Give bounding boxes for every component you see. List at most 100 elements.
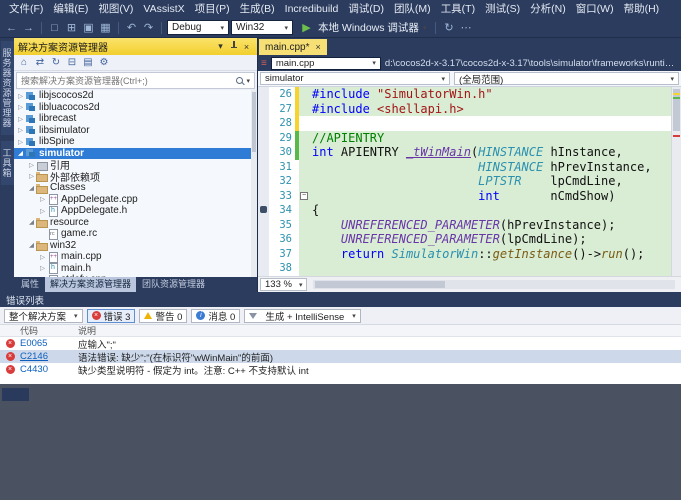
error-code-link[interactable]: C2146	[20, 351, 48, 362]
sync-with-active-document-icon[interactable]: ⇄	[33, 57, 47, 68]
expander-icon[interactable]: ▷	[16, 92, 25, 100]
more-commands-icon[interactable]: ⋯	[458, 21, 473, 34]
bottom-tab-2[interactable]: 团队资源管理器	[137, 276, 210, 292]
save-icon[interactable]: ▣	[81, 21, 96, 34]
error-source-combo[interactable]: 生成 + IntelliSense ▾	[244, 308, 361, 323]
zoom-combo[interactable]: 133 % ▾	[260, 278, 308, 291]
search-input[interactable]	[21, 75, 234, 86]
tree-item-libSpine[interactable]: ▷ libSpine	[14, 136, 257, 148]
error-code-cell[interactable]: E0065	[20, 338, 78, 349]
menu-item-2[interactable]: 视图(V)	[93, 0, 138, 18]
error-scope-combo[interactable]: 整个解决方案 ▾	[4, 308, 83, 323]
document-tab-main-cpp[interactable]: main.cpp* ×	[259, 39, 327, 55]
breakpoint-margin[interactable]	[258, 174, 269, 189]
error-code-link[interactable]: E0065	[20, 338, 47, 349]
tree-item-win32[interactable]: ◢ win32	[14, 240, 257, 251]
home-icon[interactable]: ⌂	[17, 57, 31, 68]
tree-item-libluacocos2d[interactable]: ▷ libluacocos2d	[14, 102, 257, 114]
solution-explorer-header[interactable]: 解决方案资源管理器 ▾ ×	[14, 38, 257, 55]
tree-scrollbar[interactable]	[251, 90, 257, 277]
code-line-37[interactable]: 37 return SimulatorWin::getInstance()->r…	[258, 246, 671, 261]
start-debugging-button[interactable]: ▶ 本地 Windows 调试器 ▾	[295, 20, 430, 35]
code-line-27[interactable]: 27 #include <shellapi.h>	[258, 101, 671, 116]
tree-item-main.h[interactable]: ▷ main.h	[14, 263, 257, 274]
chevron-down-icon[interactable]: ▾	[214, 41, 227, 52]
breakpoint-margin[interactable]	[258, 203, 269, 218]
menu-item-9[interactable]: 工具(T)	[436, 0, 480, 18]
error-row-E0065[interactable]: × E0065 应输入";"	[0, 337, 681, 351]
expander-icon[interactable]: ◢	[27, 184, 36, 192]
error-row-C4430[interactable]: × C4430 缺少类型说明符 - 假定为 int。注意: C++ 不支持默认 in…	[0, 363, 681, 377]
refresh-icon[interactable]: ↻	[441, 21, 456, 34]
code-line-38[interactable]: 38	[258, 261, 671, 276]
expander-icon[interactable]: ▷	[38, 195, 47, 203]
collapse-all-icon[interactable]: ⊟	[65, 57, 79, 68]
expander-icon[interactable]: ▷	[16, 115, 25, 123]
breakpoint-margin[interactable]	[258, 130, 269, 145]
new-file-icon[interactable]: □	[47, 22, 62, 34]
messages-filter-button[interactable]: i 消息 0	[191, 308, 241, 323]
warnings-filter-button[interactable]: 警告 0	[139, 308, 188, 323]
breakpoint-margin[interactable]	[258, 145, 269, 160]
tree-item-libsimulator[interactable]: ▷ libsimulator	[14, 125, 257, 137]
menu-item-11[interactable]: 分析(N)	[525, 0, 571, 18]
navigate-back-icon[interactable]: ←	[4, 22, 19, 34]
tool-window-tab-0[interactable]: 服务器资源管理器	[0, 41, 14, 135]
save-all-icon[interactable]: ▦	[98, 21, 113, 34]
errors-filter-button[interactable]: × 错误 3	[86, 308, 136, 323]
collapse-region-icon[interactable]: −	[300, 191, 308, 200]
tree-item-外部依赖项[interactable]: ▷ 外部依赖项	[14, 171, 257, 182]
menu-item-0[interactable]: 文件(F)	[4, 0, 48, 18]
show-all-files-icon[interactable]: ▤	[81, 57, 95, 68]
breakpoint-margin[interactable]	[258, 261, 269, 276]
expander-icon[interactable]: ◢	[27, 218, 36, 226]
bottom-tab-1[interactable]: 解决方案资源管理器	[45, 276, 137, 292]
code-editor[interactable]: 26 #include "SimulatorWin.h" 27 #include <s…	[258, 87, 681, 276]
breakpoint-margin[interactable]	[258, 159, 269, 174]
undo-icon[interactable]: ↶	[124, 21, 139, 34]
tree-item-引用[interactable]: ▷ 引用	[14, 159, 257, 171]
scrollbar-thumb[interactable]	[673, 89, 680, 131]
tree-item-game.rc[interactable]: game.rc	[14, 228, 257, 240]
tree-item-resource[interactable]: ◢ resource	[14, 217, 257, 228]
breakpoint-margin[interactable]	[258, 87, 269, 102]
breakpoint-margin[interactable]	[258, 232, 269, 247]
breakpoint-margin[interactable]	[258, 246, 269, 261]
error-row-C2146[interactable]: × C2146 语法错误: 缺少";"(在标识符"wWinMain"的前面)	[0, 350, 681, 364]
expander-icon[interactable]: ◢	[27, 241, 36, 249]
scrollbar-thumb[interactable]	[315, 281, 446, 288]
expander-icon[interactable]: ▷	[38, 276, 47, 278]
tree-item-libjscocos2d[interactable]: ▷ libjscocos2d	[14, 90, 257, 102]
error-code-link[interactable]: C4430	[20, 364, 48, 375]
chevron-down-icon[interactable]: ▾	[246, 77, 250, 85]
menu-item-6[interactable]: Incredibuild	[280, 0, 344, 18]
redo-icon[interactable]: ↷	[141, 21, 156, 34]
code-line-31[interactable]: 31 HINSTANCE hPrevInstance,	[258, 159, 671, 174]
tool-window-tab-1[interactable]: 工具箱	[0, 141, 14, 185]
tree-item-AppDelegate.h[interactable]: ▷ AppDelegate.h	[14, 205, 257, 217]
tree-item-librecast[interactable]: ▷ librecast	[14, 113, 257, 125]
menu-item-1[interactable]: 编辑(E)	[48, 0, 93, 18]
editor-horizontal-scrollbar[interactable]	[313, 280, 675, 289]
tree-item-simulator[interactable]: ◢ simulator	[14, 147, 257, 159]
close-icon[interactable]: ×	[240, 42, 253, 52]
breakpoint-margin[interactable]	[258, 217, 269, 232]
code-line-26[interactable]: 26 #include "SimulatorWin.h"	[258, 87, 671, 102]
breakpoint-margin[interactable]	[258, 116, 269, 131]
code-line-35[interactable]: 35 UNREFERENCED_PARAMETER(hPrevInstance)…	[258, 217, 671, 232]
code-line-30[interactable]: 30 int APIENTRY _tWinMain(HINSTANCE hInst…	[258, 145, 671, 160]
code-line-32[interactable]: 32 LPTSTR lpCmdLine,	[258, 174, 671, 189]
expander-icon[interactable]: ▷	[27, 172, 36, 180]
solution-search-box[interactable]: ▾	[16, 72, 255, 89]
error-code-cell[interactable]: C4430	[20, 364, 78, 375]
breakpoint-margin[interactable]	[258, 188, 269, 203]
breakpoint-margin[interactable]	[258, 101, 269, 116]
bottom-tab-0[interactable]: 属性	[16, 276, 44, 292]
error-list-title[interactable]: 错误列表	[0, 292, 681, 307]
code-column-header[interactable]: 代码	[20, 324, 78, 337]
solution-platform-combo[interactable]: Win32 ▾	[231, 20, 293, 35]
tree-item-stdafx.cpp[interactable]: ▷ stdafx.cpp	[14, 274, 257, 277]
navigate-forward-icon[interactable]: →	[21, 22, 36, 34]
solution-configuration-combo[interactable]: Debug ▾	[167, 20, 229, 35]
expander-icon[interactable]: ▷	[27, 161, 36, 169]
